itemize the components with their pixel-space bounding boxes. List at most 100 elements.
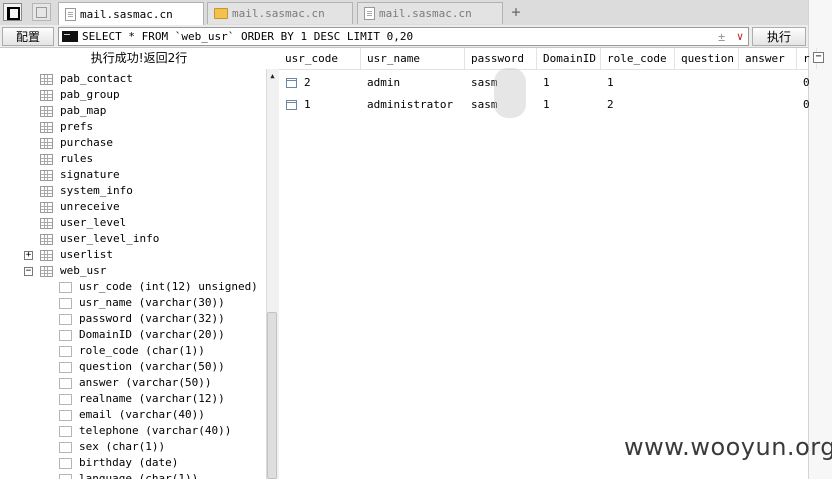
column-header-password[interactable]: password bbox=[465, 48, 537, 69]
tab-mail-sasmac-1[interactable]: mail.sasmac.cn bbox=[58, 2, 204, 26]
tab-mail-sasmac-3[interactable]: mail.sasmac.cn bbox=[357, 2, 503, 24]
row-edit-icon[interactable] bbox=[286, 78, 297, 88]
tree-column-item[interactable]: password (varchar(32)) bbox=[59, 311, 225, 327]
table-icon bbox=[40, 265, 53, 277]
tree-column-item[interactable]: realname (varchar(12)) bbox=[59, 391, 225, 407]
tree-column-item[interactable]: email (varchar(40)) bbox=[59, 407, 205, 423]
expand-node-icon[interactable]: + bbox=[24, 251, 33, 260]
table-row[interactable]: 2 admin sasm 1 1 0 bbox=[279, 72, 810, 94]
tree-table-purchase[interactable]: purchase bbox=[40, 135, 113, 151]
tree-item-label: language (char(1)) bbox=[79, 472, 199, 479]
tree-table-rules[interactable]: rules bbox=[40, 151, 93, 167]
tree-column-item[interactable]: birthday (date) bbox=[59, 455, 178, 471]
table-icon bbox=[40, 169, 53, 181]
tree-item-label: pab_contact bbox=[60, 72, 133, 85]
table-row[interactable]: 1 administrator sasm 1 2 0 bbox=[279, 94, 810, 116]
result-grid-header: usr_code usr_name password DomainID role_cod… bbox=[279, 48, 817, 70]
tree-item-label: user_level bbox=[60, 216, 127, 229]
tree-table-user-level[interactable]: user_level bbox=[40, 215, 126, 231]
tree-column-item[interactable]: role_code (char(1)) bbox=[59, 343, 205, 359]
plus-minus-icon[interactable]: ± bbox=[718, 30, 732, 44]
sql-query-text: SELECT * FROM `web_usr` ORDER BY 1 DESC … bbox=[82, 30, 414, 43]
tree-column-item[interactable]: answer (varchar(50)) bbox=[59, 375, 211, 391]
tree-table-pab-contact[interactable]: pab_contact bbox=[40, 71, 133, 87]
collapse-icon[interactable]: − bbox=[813, 52, 824, 63]
row-edit-icon[interactable] bbox=[286, 100, 297, 110]
table-icon bbox=[40, 89, 53, 101]
tree-table-user-level-info[interactable]: user_level_info bbox=[40, 231, 159, 247]
tree-table-web-usr[interactable]: web_usr bbox=[40, 263, 106, 279]
tree-table-signature[interactable]: signature bbox=[40, 167, 120, 183]
table-cell: 1 bbox=[304, 98, 311, 111]
tree-table-system-info[interactable]: system_info bbox=[40, 183, 133, 199]
tree-item-label: pab_group bbox=[60, 88, 120, 101]
column-icon bbox=[59, 473, 72, 479]
tree-item-label: signature bbox=[60, 168, 120, 181]
column-header-usr-name[interactable]: usr_name bbox=[361, 48, 465, 69]
tree-table-pab-group[interactable]: pab_group bbox=[40, 87, 120, 103]
sql-query-input[interactable]: SELECT * FROM `web_usr` ORDER BY 1 DESC … bbox=[58, 27, 749, 46]
terminal-icon bbox=[62, 31, 78, 42]
new-tab-button[interactable]: + bbox=[508, 3, 524, 21]
column-icon bbox=[59, 345, 72, 357]
tree-item-label: email (varchar(40)) bbox=[79, 408, 205, 421]
panel-toggle-icon[interactable] bbox=[3, 3, 22, 21]
column-icon bbox=[59, 441, 72, 453]
tree-column-item[interactable]: language (char(1)) bbox=[59, 471, 198, 479]
table-cell: administrator bbox=[367, 98, 454, 111]
column-header-question[interactable]: question bbox=[675, 48, 739, 69]
table-cell: 0 bbox=[803, 98, 810, 111]
tree-item-label: user_level_info bbox=[60, 232, 160, 245]
tab-label: mail.sasmac.cn bbox=[80, 8, 173, 21]
tree-table-userlist[interactable]: userlist bbox=[40, 247, 113, 263]
page-icon bbox=[65, 8, 76, 21]
column-icon bbox=[59, 329, 72, 341]
execute-button[interactable]: 执行 bbox=[752, 27, 806, 46]
column-icon bbox=[59, 313, 72, 325]
column-header-role-code[interactable]: role_code bbox=[601, 48, 675, 69]
column-header-usr-code[interactable]: usr_code bbox=[279, 48, 361, 69]
table-cell: 1 bbox=[543, 76, 550, 89]
table-icon bbox=[40, 233, 53, 245]
tree-item-label: unreceive bbox=[60, 200, 120, 213]
cursor-shadow bbox=[494, 68, 526, 118]
tree-column-item[interactable]: question (varchar(50)) bbox=[59, 359, 225, 375]
tree-item-label: telephone (varchar(40)) bbox=[79, 424, 232, 437]
collapse-node-icon[interactable]: − bbox=[24, 267, 33, 276]
table-cell: 1 bbox=[607, 76, 614, 89]
tree-item-label: role_code (char(1)) bbox=[79, 344, 205, 357]
page-icon bbox=[364, 7, 375, 20]
tree-item-label: sex (char(1)) bbox=[79, 440, 166, 453]
tree-item-label: pab_map bbox=[60, 104, 107, 117]
tree-item-label: usr_code (int(12) unsigned) bbox=[79, 280, 258, 293]
tree-column-item[interactable]: telephone (varchar(40)) bbox=[59, 423, 231, 439]
tree-table-prefs[interactable]: prefs bbox=[40, 119, 93, 135]
table-icon bbox=[40, 105, 53, 117]
tree-column-item[interactable]: DomainID (varchar(20)) bbox=[59, 327, 225, 343]
scrollbar-thumb[interactable] bbox=[267, 312, 277, 479]
tree-item-label: system_info bbox=[60, 184, 133, 197]
tree-table-pab-map[interactable]: pab_map bbox=[40, 103, 106, 119]
column-icon bbox=[59, 409, 72, 421]
table-icon bbox=[40, 249, 53, 261]
column-header-domainid[interactable]: DomainID bbox=[537, 48, 601, 69]
layout-icon[interactable] bbox=[32, 3, 51, 21]
tree-column-item[interactable]: usr_name (varchar(30)) bbox=[59, 295, 225, 311]
table-cell: 1 bbox=[543, 98, 550, 111]
tree-column-item[interactable]: sex (char(1)) bbox=[59, 439, 165, 455]
tree-item-label: web_usr bbox=[60, 264, 107, 277]
history-dropdown-icon[interactable]: ∨ bbox=[732, 30, 748, 43]
tree-table-unreceive[interactable]: unreceive bbox=[40, 199, 120, 215]
column-header-answer[interactable]: answer bbox=[739, 48, 797, 69]
tree-column-item[interactable]: usr_code (int(12) unsigned) bbox=[59, 279, 258, 295]
tree-item-label: purchase bbox=[60, 136, 113, 149]
schema-tree[interactable]: pab_contact pab_group pab_mapprefs purchase… bbox=[0, 69, 266, 479]
tab-mail-sasmac-2[interactable]: mail.sasmac.cn bbox=[207, 2, 353, 24]
table-cell: 2 bbox=[304, 76, 311, 89]
table-cell bbox=[675, 94, 739, 116]
scroll-up-arrow-icon[interactable]: ▲ bbox=[268, 72, 277, 80]
tree-item-label: userlist bbox=[60, 248, 113, 261]
table-icon bbox=[40, 153, 53, 165]
config-button[interactable]: 配置 bbox=[2, 27, 54, 46]
table-cell bbox=[739, 94, 797, 116]
